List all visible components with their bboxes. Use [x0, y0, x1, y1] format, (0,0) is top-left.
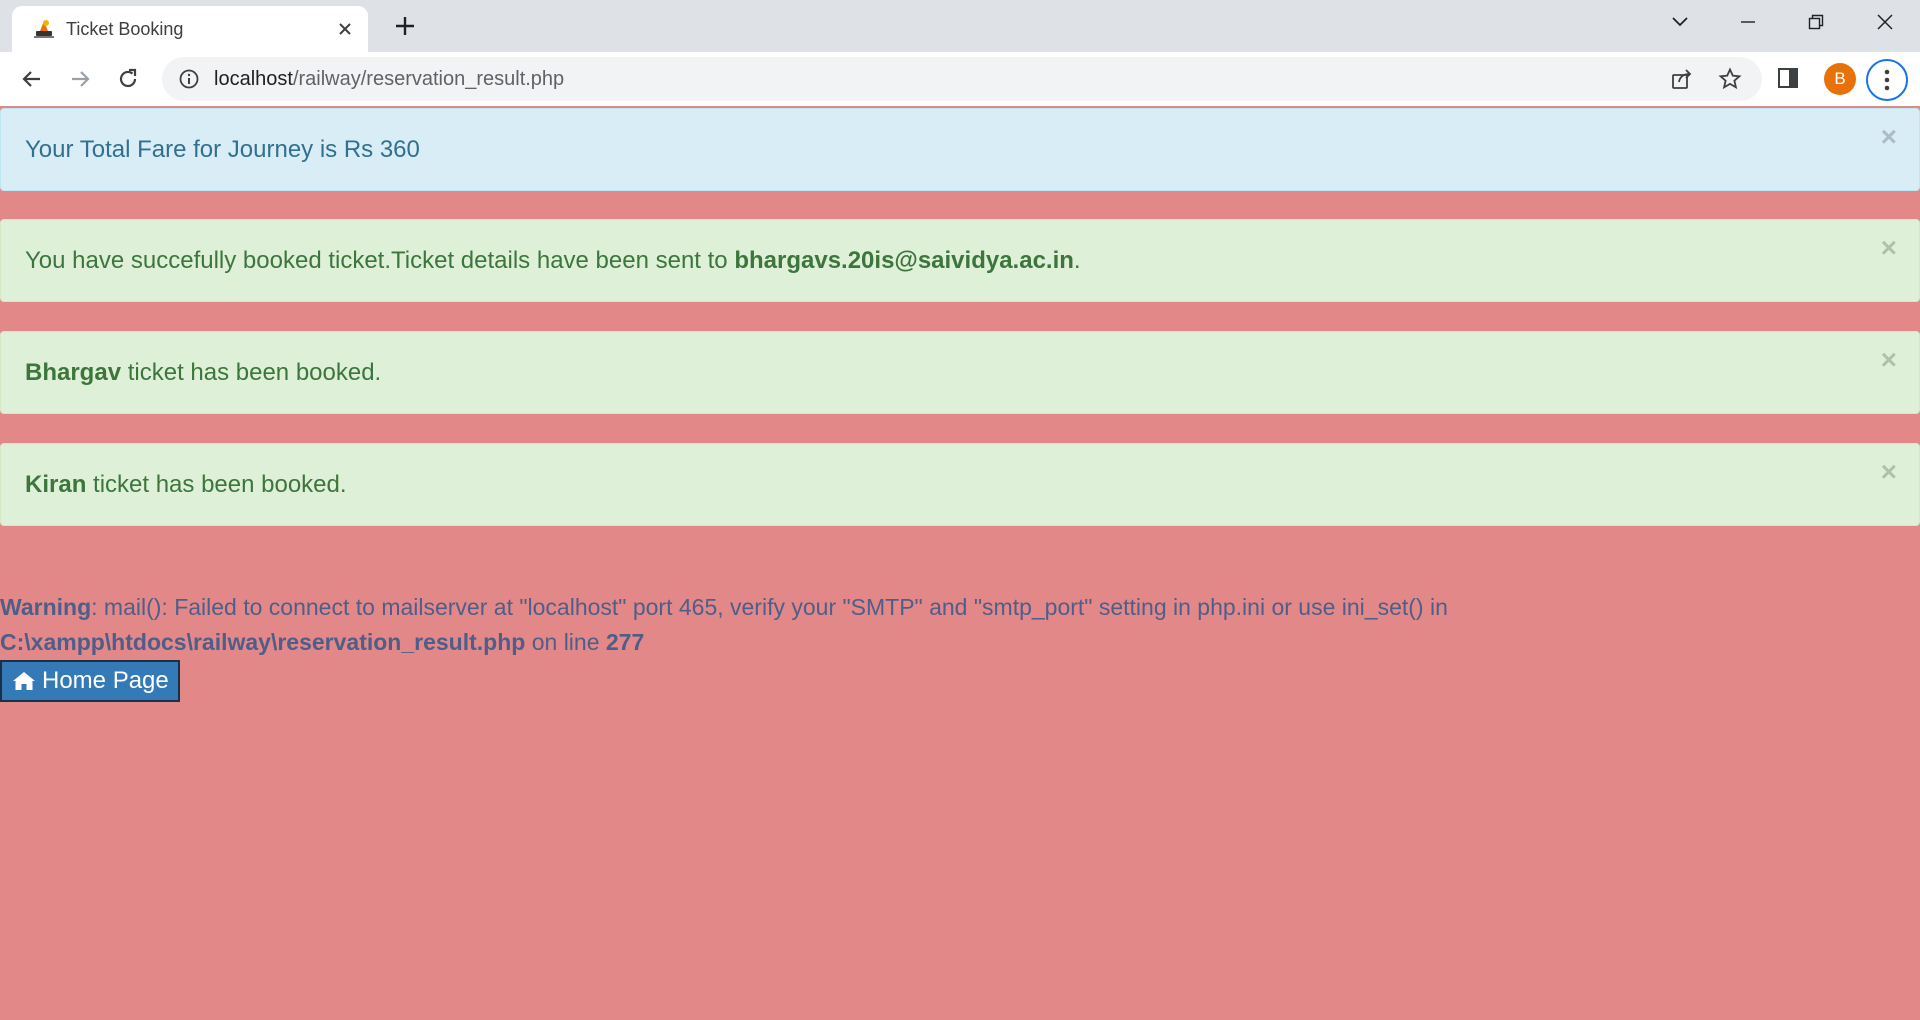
alert-close-button[interactable]: × — [1881, 234, 1897, 262]
php-warning: Warning: mail(): Failed to connect to ma… — [0, 590, 1900, 660]
warning-line-number: 277 — [605, 629, 645, 655]
chevron-down-icon — [1672, 17, 1688, 27]
profile-avatar[interactable]: B — [1824, 63, 1856, 95]
passenger-alert: Kiran ticket has been booked. × — [0, 443, 1920, 526]
forward-button[interactable] — [64, 63, 96, 95]
alert-close-button[interactable]: × — [1881, 123, 1897, 151]
url-text[interactable]: localhost/railway/reservation_result.php — [214, 68, 564, 91]
email-alert: You have succefully booked ticket.Ticket… — [0, 219, 1920, 302]
train-favicon-icon — [34, 20, 54, 38]
browser-menu-button[interactable] — [1866, 59, 1908, 101]
warning-on-line: on line — [525, 629, 606, 655]
browser-tabstrip: Ticket Booking — [0, 0, 1920, 52]
address-bar[interactable]: localhost/railway/reservation_result.php — [162, 57, 1762, 101]
restore-icon — [1808, 14, 1824, 30]
warning-label: Warning — [0, 594, 92, 620]
passenger-status: ticket has been booked. — [86, 470, 347, 498]
reload-button[interactable] — [112, 63, 144, 95]
arrow-left-icon — [22, 71, 40, 87]
arrow-right-icon — [72, 71, 90, 87]
back-button[interactable] — [16, 63, 48, 95]
fare-alert: Your Total Fare for Journey is Rs 360 × — [0, 108, 1920, 191]
reload-icon — [119, 68, 137, 88]
star-icon[interactable] — [1718, 67, 1742, 91]
url-path: /railway/reservation_result.php — [292, 68, 565, 90]
warning-file: C:\xampp\htdocs\railway\reservation_resu… — [0, 629, 526, 655]
tab-close-icon[interactable] — [334, 18, 356, 40]
email-address: bhargavs.20is@saividya.ac.in — [734, 246, 1074, 274]
alert-close-button[interactable]: × — [1881, 458, 1897, 486]
home-page-button[interactable]: Home Page — [0, 660, 180, 702]
close-icon — [1877, 14, 1893, 30]
passenger-alert: Bhargav ticket has been booked. × — [0, 331, 1920, 414]
share-icon[interactable] — [1670, 67, 1694, 91]
new-tab-plus-icon[interactable] — [391, 12, 419, 40]
passenger-name: Kiran — [25, 470, 87, 498]
side-panel-icon[interactable] — [1776, 65, 1802, 91]
passenger-status: ticket has been booked. — [121, 358, 382, 386]
passenger-message: Bhargav ticket has been booked. — [25, 359, 381, 387]
more-vertical-icon — [1884, 69, 1890, 91]
url-host: localhost — [214, 68, 293, 90]
browser-tab[interactable]: Ticket Booking — [12, 6, 368, 52]
info-icon[interactable] — [178, 68, 200, 90]
home-page-label: Home Page — [42, 667, 169, 694]
warning-message: : mail(): Failed to connect to mailserve… — [91, 594, 1448, 620]
tab-search-button[interactable] — [1662, 8, 1698, 36]
home-icon — [13, 672, 35, 690]
tab-title: Ticket Booking — [66, 19, 184, 39]
close-window-button[interactable] — [1867, 8, 1903, 36]
email-message-suffix: . — [1073, 246, 1081, 274]
email-message-prefix: You have succefully booked ticket.Ticket… — [25, 246, 735, 274]
fare-message: Your Total Fare for Journey is Rs 360 — [25, 135, 420, 163]
alert-close-button[interactable]: × — [1881, 346, 1897, 374]
passenger-name: Bhargav — [25, 358, 122, 386]
page-content: Your Total Fare for Journey is Rs 360 × … — [0, 106, 1920, 1020]
minimize-icon — [1741, 21, 1755, 23]
browser-toolbar: localhost/railway/reservation_result.php… — [0, 52, 1920, 106]
passenger-message: Kiran ticket has been booked. — [25, 471, 347, 499]
email-message: You have succefully booked ticket.Ticket… — [25, 247, 1081, 275]
minimize-button[interactable] — [1730, 8, 1766, 36]
restore-button[interactable] — [1798, 8, 1834, 36]
